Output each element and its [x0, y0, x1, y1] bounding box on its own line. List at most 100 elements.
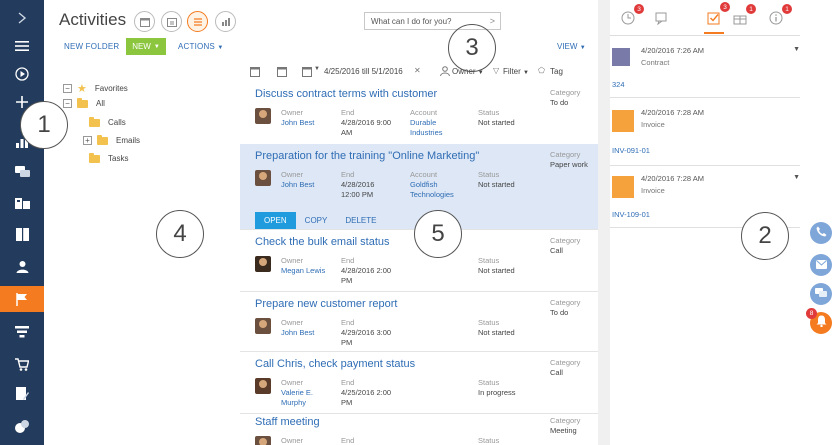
calendar-today-icon[interactable]: [250, 66, 260, 79]
owner-value-cont[interactable]: Murphy: [281, 398, 313, 408]
owner-value[interactable]: John Best: [281, 180, 314, 190]
status-label: Status: [478, 170, 500, 179]
owner-value[interactable]: Valerie E.: [281, 388, 313, 398]
calendar-week-icon[interactable]: [277, 66, 287, 79]
list-item[interactable]: Call Chris, check payment status Owner Va…: [240, 352, 598, 414]
feed-date: 4/20/2016 7:28 AM: [641, 108, 704, 117]
tree-item-all[interactable]: − All: [63, 97, 105, 108]
tree-item-tasks[interactable]: Tasks: [89, 152, 129, 163]
list-item[interactable]: Staff meeting Owner End Status Category M…: [240, 414, 598, 445]
phone-button[interactable]: [810, 222, 832, 244]
right-panel-tabs: 3 3 1 1: [610, 0, 800, 36]
feed-card-contract[interactable]: 4/20/2016 7:26 AM Contract ▼ 324: [610, 42, 800, 98]
clear-filter-icon[interactable]: ✕: [414, 66, 421, 75]
status-label: Status: [478, 436, 500, 445]
documents-icon[interactable]: [0, 380, 44, 408]
email-button[interactable]: [810, 254, 832, 276]
tree-label: Tasks: [108, 154, 129, 163]
contacts-person-icon[interactable]: [0, 252, 44, 280]
category-value: Call: [550, 368, 563, 377]
caret-down-icon[interactable]: ▼: [314, 66, 320, 72]
tree-item-calls[interactable]: Calls: [89, 116, 126, 127]
account-value[interactable]: Goldfish: [410, 180, 454, 190]
activities-flag-icon[interactable]: [0, 286, 44, 312]
tree-label: Emails: [116, 136, 141, 145]
date-range-filter[interactable]: 4/25/2016 till 5/1/2016: [324, 67, 403, 76]
chevron-right-icon[interactable]: >: [490, 16, 495, 26]
tab-info[interactable]: 1: [766, 4, 792, 30]
category-label: Category: [550, 88, 581, 97]
invoices-icon[interactable]: [0, 412, 44, 440]
filter-bar: ▼ 4/25/2016 till 5/1/2016 ✕ Owner ▼ ▽ Fi…: [250, 62, 598, 84]
calendar-period-icon[interactable]: [302, 66, 312, 79]
account-value[interactable]: Durable: [410, 118, 443, 128]
end-value: 4/28/2016: [341, 180, 375, 189]
play-icon[interactable]: [0, 60, 44, 88]
tab-tasks[interactable]: 3: [704, 2, 730, 34]
feed-icon[interactable]: [0, 158, 44, 186]
cart-icon[interactable]: [0, 350, 44, 378]
owner-value[interactable]: John Best: [281, 118, 314, 128]
list-view-icon[interactable]: [187, 11, 208, 32]
list-item-selected[interactable]: Preparation for the training "Online Mar…: [240, 144, 598, 230]
tab-gifts[interactable]: 1: [730, 4, 756, 30]
calendar-view-icon[interactable]: [134, 11, 155, 32]
menu-icon[interactable]: [0, 32, 44, 60]
copy-button[interactable]: COPY: [296, 212, 337, 229]
card-menu-caret-icon[interactable]: ▼: [793, 174, 800, 181]
activity-title[interactable]: Check the bulk email status: [255, 236, 390, 248]
tag-button[interactable]: Tag: [550, 67, 563, 76]
owner-value[interactable]: John Best: [281, 328, 314, 338]
analytics-view-icon[interactable]: [215, 11, 236, 32]
delete-button[interactable]: DELETE: [336, 212, 385, 229]
account-value-cont[interactable]: Industries: [410, 128, 443, 138]
activity-title[interactable]: Preparation for the training "Online Mar…: [255, 150, 479, 162]
funnel-icon[interactable]: [0, 318, 44, 346]
tab-feed[interactable]: [652, 10, 672, 30]
filter-button[interactable]: Filter ▼: [503, 67, 529, 76]
activity-title[interactable]: Call Chris, check payment status: [255, 358, 415, 370]
schedule-view-icon[interactable]: [161, 11, 182, 32]
tree-item-favorites[interactable]: − ★ Favorites: [63, 82, 128, 95]
new-folder-button[interactable]: NEW FOLDER: [64, 42, 119, 51]
expand-toggle[interactable]: +: [83, 136, 92, 145]
feed-card-invoice[interactable]: 4/20/2016 7:28 AM Invoice INV-091-01: [610, 104, 800, 166]
tree-item-emails[interactable]: + Emails: [83, 134, 141, 145]
collapse-toggle[interactable]: −: [63, 99, 72, 108]
accounts-icon[interactable]: [0, 188, 44, 216]
owner-value[interactable]: Megan Lewis: [281, 266, 325, 276]
collapse-arrow-icon[interactable]: [0, 4, 44, 32]
tab-timeline[interactable]: 3: [618, 4, 644, 30]
caret-down-icon: ▼: [579, 45, 586, 51]
activity-title[interactable]: Prepare new customer report: [255, 298, 397, 310]
avatar: [255, 108, 271, 124]
account-label: Account: [410, 170, 438, 179]
open-button[interactable]: OPEN: [255, 212, 296, 229]
list-item[interactable]: Prepare new customer report Owner John Be…: [240, 292, 598, 352]
view-menu-button[interactable]: VIEW ▼: [557, 42, 586, 51]
card-menu-caret-icon[interactable]: ▼: [793, 46, 800, 53]
feed-type: Contract: [641, 58, 670, 67]
actions-button[interactable]: ACTIONS ▼: [178, 42, 224, 51]
end-label: End: [341, 378, 355, 387]
category-value: To do: [550, 98, 569, 107]
activity-title[interactable]: Staff meeting: [255, 416, 320, 428]
person-icon: [440, 66, 450, 78]
new-button[interactable]: NEW ▼: [126, 38, 166, 55]
collapse-toggle[interactable]: −: [63, 84, 72, 93]
feed-number[interactable]: INV-109-01: [612, 210, 650, 219]
tab-badge: 3: [720, 2, 730, 12]
feed-number[interactable]: 324: [612, 80, 625, 89]
feed-date: 4/20/2016 7:26 AM: [641, 46, 704, 55]
contacts-book-icon[interactable]: [0, 220, 44, 248]
row-actions: OPEN COPY DELETE: [255, 212, 385, 229]
notifications-button[interactable]: 8: [806, 308, 832, 334]
account-value-cont[interactable]: Technologies: [410, 190, 454, 200]
chat-button[interactable]: [810, 283, 832, 305]
avatar: [255, 436, 271, 445]
feed-number[interactable]: INV-091-01: [612, 146, 650, 155]
activity-title[interactable]: Discuss contract terms with customer: [255, 88, 437, 100]
list-item[interactable]: Discuss contract terms with customer Own…: [240, 86, 598, 146]
end-value: 4/29/2016 3:00: [341, 328, 392, 337]
envelope-icon: [815, 256, 827, 274]
